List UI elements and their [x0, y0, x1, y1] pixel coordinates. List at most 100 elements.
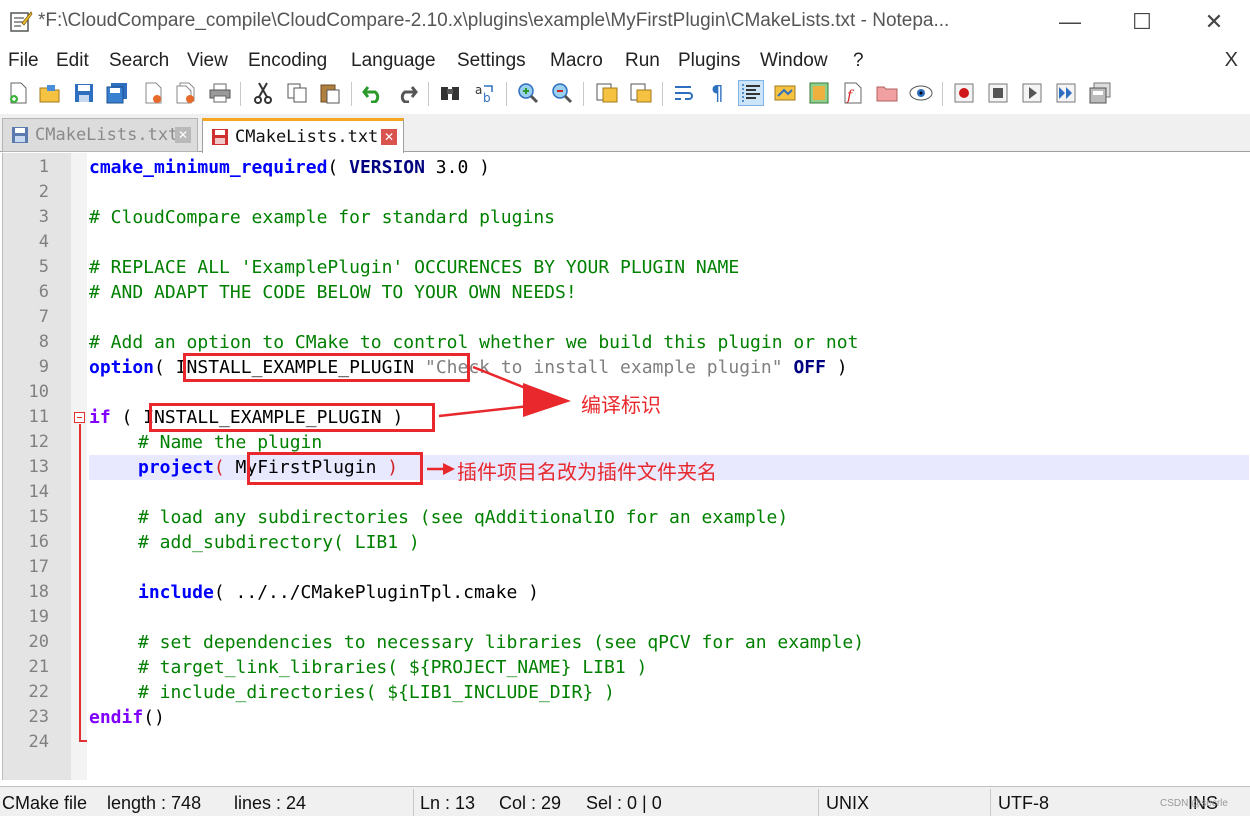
cut-icon[interactable]: [250, 80, 276, 106]
code-line: # load any subdirectories (see qAddition…: [138, 507, 789, 528]
title-bar: *F:\CloudCompare_compile\CloudCompare-2.…: [0, 0, 1250, 44]
tab-cmakelists-2[interactable]: CMakeLists.txt ✕: [202, 118, 404, 153]
unsaved-file-icon: [212, 129, 228, 145]
status-language: CMake file: [2, 793, 88, 813]
svg-text:b: b: [483, 91, 491, 104]
save-macro-icon[interactable]: [1087, 80, 1113, 106]
udl-icon[interactable]: [772, 80, 798, 106]
fold-end-marker: [79, 740, 87, 742]
save-icon[interactable]: [71, 80, 97, 106]
svg-text:¶: ¶: [711, 82, 724, 104]
menu-encoding[interactable]: Encoding: [248, 50, 327, 72]
replace-icon[interactable]: ab: [472, 80, 498, 106]
svg-text:a: a: [475, 83, 482, 97]
status-lines: lines : 24: [234, 793, 307, 813]
menu-bar: File Edit Search View Encoding Language …: [0, 46, 1250, 76]
zoom-in-icon[interactable]: [515, 80, 541, 106]
document-tab-bar: CMakeLists.txt ✕ CMakeLists.txt ✕: [0, 114, 1250, 153]
status-selection: Sel : 0 | 0: [586, 793, 662, 813]
stop-macro-icon[interactable]: [985, 80, 1011, 106]
line-number: 20: [28, 632, 49, 652]
menu-view[interactable]: View: [187, 50, 228, 72]
line-number: 22: [28, 682, 49, 702]
sync-horizontal-icon[interactable]: [628, 80, 654, 106]
close-icon[interactable]: [140, 80, 166, 106]
annotation-rename-project: 插件项目名改为插件文件夹名: [457, 460, 717, 484]
code-token: endif: [89, 707, 144, 728]
window-title: *F:\CloudCompare_compile\CloudCompare-2.…: [38, 10, 950, 31]
code-token: ( ../../CMakePluginTpl.cmake ): [213, 582, 539, 603]
text-editor[interactable]: 1 2 3 4 5 6 7 8 9 10 11 12 13 14 15 16 1…: [2, 153, 1249, 780]
menu-plugins[interactable]: Plugins: [678, 50, 740, 72]
code-line: endif(): [89, 705, 1249, 730]
record-macro-icon[interactable]: [951, 80, 977, 106]
save-all-icon[interactable]: [104, 80, 130, 106]
status-bar: CMake file length : 748 lines : 24 Ln : …: [0, 786, 1250, 816]
minimize-button[interactable]: —: [1034, 0, 1106, 44]
print-icon[interactable]: [207, 80, 233, 106]
line-number: 16: [28, 532, 49, 552]
show-all-chars-icon[interactable]: ¶: [705, 80, 731, 106]
sync-vertical-icon[interactable]: [594, 80, 620, 106]
tab-label: CMakeLists.txt: [35, 125, 179, 145]
function-list-icon[interactable]: f: [840, 80, 866, 106]
close-window-button[interactable]: ✕: [1178, 0, 1250, 44]
watermark: CSDN @secrle: [1160, 798, 1228, 809]
code-token: include: [138, 582, 214, 603]
line-number: 24: [28, 732, 49, 752]
code-line: # add_subdirectory( LIB1 ): [138, 532, 420, 553]
line-number: 15: [28, 507, 49, 527]
tab-close-icon[interactable]: ✕: [175, 127, 191, 143]
redo-icon[interactable]: [394, 80, 420, 106]
status-length: length : 748: [107, 793, 202, 813]
doc-map-icon[interactable]: [806, 80, 832, 106]
status-column: Col : 29: [499, 793, 562, 813]
code-token: OFF: [793, 357, 826, 378]
line-number: 19: [28, 607, 49, 627]
status-eol: UNIX: [826, 793, 870, 813]
code-token: (): [143, 707, 165, 728]
toolbar: ab ¶ f: [0, 76, 1250, 112]
menu-file[interactable]: File: [8, 50, 39, 72]
menu-help[interactable]: ?: [853, 50, 864, 72]
tab-label: CMakeLists.txt: [235, 127, 379, 147]
status-line: Ln : 13: [420, 793, 476, 813]
play-macro-icon[interactable]: [1019, 80, 1045, 106]
annotation-compile-flag: 编译标识: [581, 393, 661, 417]
status-encoding: UTF-8: [998, 793, 1049, 813]
folder-workspace-icon[interactable]: [874, 80, 900, 106]
line-number: 23: [28, 707, 49, 727]
code-line: # include_directories( ${LIB1_INCLUDE_DI…: [138, 682, 615, 703]
menu-language[interactable]: Language: [351, 50, 436, 72]
menu-edit[interactable]: Edit: [56, 50, 89, 72]
line-number: 17: [28, 557, 49, 577]
new-file-icon[interactable]: [5, 80, 31, 106]
word-wrap-icon[interactable]: [671, 80, 697, 106]
paste-icon[interactable]: [317, 80, 343, 106]
maximize-button[interactable]: ☐: [1106, 0, 1178, 44]
run-macro-multiple-icon[interactable]: [1053, 80, 1079, 106]
line-number: 18: [28, 582, 49, 602]
undo-icon[interactable]: [360, 80, 386, 106]
annotation-arrows: [427, 365, 571, 475]
open-file-icon[interactable]: [37, 80, 63, 106]
saved-file-icon: [12, 127, 28, 143]
notepad-plus-plus-icon: [10, 11, 33, 32]
menu-macro[interactable]: Macro: [550, 50, 603, 72]
monitoring-icon[interactable]: [908, 80, 934, 106]
find-icon[interactable]: [437, 80, 463, 106]
close-all-icon[interactable]: [173, 80, 199, 106]
zoom-out-icon[interactable]: [549, 80, 575, 106]
menu-settings[interactable]: Settings: [457, 50, 526, 72]
close-document-button[interactable]: X: [1225, 49, 1238, 72]
tab-close-icon[interactable]: ✕: [381, 129, 397, 145]
copy-icon[interactable]: [284, 80, 310, 106]
menu-window[interactable]: Window: [760, 50, 828, 72]
menu-run[interactable]: Run: [625, 50, 660, 72]
line-number: 21: [28, 657, 49, 677]
indent-guide-icon[interactable]: [738, 80, 764, 106]
code-token: ): [825, 357, 848, 378]
menu-search[interactable]: Search: [109, 50, 169, 72]
tab-cmakelists-1[interactable]: CMakeLists.txt ✕: [2, 118, 198, 152]
